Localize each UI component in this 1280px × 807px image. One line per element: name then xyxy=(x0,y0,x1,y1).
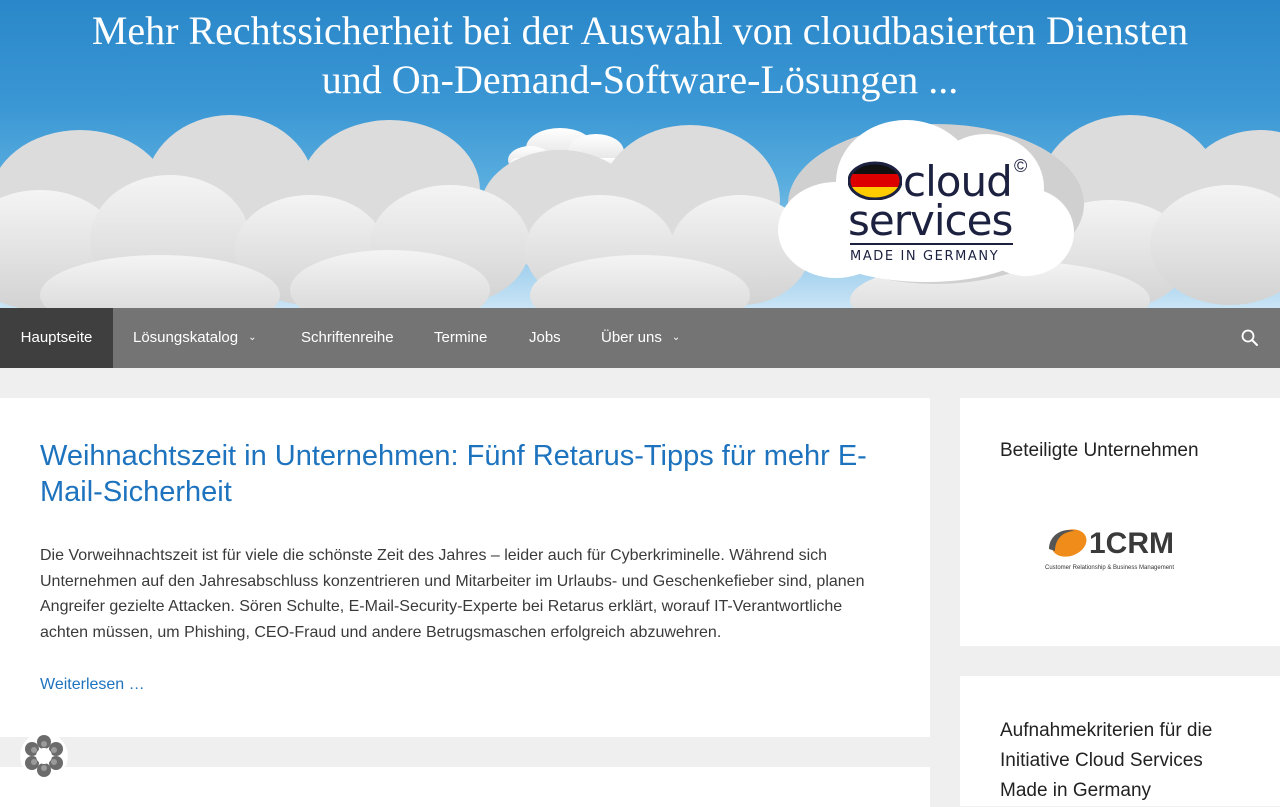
widget-title: Beteiligte Unternehmen xyxy=(1000,440,1199,461)
logo-divider xyxy=(850,243,1013,245)
logo-word-services: services xyxy=(848,196,1013,245)
nav-item-label: Lösungskatalog xyxy=(133,329,239,346)
1crm-logo-mark: 1CRM Customer Relationship & Business Ma… xyxy=(1045,527,1174,571)
nav-item-termine[interactable]: Termine xyxy=(434,308,487,368)
header-tagline-line2: und On-Demand-Software-Lösungen ... xyxy=(321,57,959,102)
cookie-settings-icon[interactable] xyxy=(20,732,68,780)
1crm-logo[interactable]: 1CRM Customer Relationship & Business Ma… xyxy=(1043,523,1198,573)
chevron-down-icon: ⌄ xyxy=(248,332,257,344)
nav-item-label: Termine xyxy=(434,329,488,346)
nav-item-loesungskatalog[interactable]: Lösungskatalog ⌄ xyxy=(133,308,256,368)
sidebar-widget-companies xyxy=(960,398,1280,646)
article-title-link[interactable]: Weihnachtszeit in Unternehmen: Fünf Reta… xyxy=(40,438,890,510)
site-header: Mehr Rechtssicherheit bei der Auswahl vo… xyxy=(0,0,1280,308)
nav-item-label: Jobs xyxy=(529,329,561,346)
1crm-logo-text: 1CRM xyxy=(1089,527,1174,560)
nav-item-hauptseite[interactable]: Hauptseite xyxy=(0,308,113,368)
header-tagline: Mehr Rechtssicherheit bei der Auswahl vo… xyxy=(0,6,1280,104)
logo-tagline: MADE IN GERMANY xyxy=(850,249,1000,264)
nav-item-label: Hauptseite xyxy=(20,329,93,346)
nav-item-schriftenreihe[interactable]: Schriftenreihe xyxy=(301,308,394,368)
widget-title: Aufnahmekriterien für die Initiative Clo… xyxy=(1000,720,1213,801)
read-more-link[interactable]: Weiterlesen … xyxy=(40,672,145,697)
1crm-logo-subtitle: Customer Relationship & Business Managem… xyxy=(1045,565,1174,571)
chevron-down-icon: ⌄ xyxy=(671,332,681,344)
article-card-next xyxy=(0,767,930,807)
nav-item-label: Über uns xyxy=(601,329,662,346)
main-navigation: Hauptseite Lösungskatalog ⌄ Schriftenreih… xyxy=(0,308,1280,368)
header-tagline-line1: Mehr Rechtssicherheit bei der Auswahl vo… xyxy=(91,8,1189,53)
nav-item-jobs[interactable]: Jobs xyxy=(529,308,561,368)
nav-item-label: Schriftenreihe xyxy=(301,329,394,346)
logo-copyright: © xyxy=(1014,156,1028,176)
search-icon[interactable] xyxy=(1240,328,1260,348)
article-excerpt: Die Vorweihnachtszeit ist für viele die … xyxy=(40,547,865,641)
german-flag-cloud-icon xyxy=(848,161,902,200)
nav-item-ueber-uns[interactable]: Über uns ⌄ xyxy=(601,308,680,368)
